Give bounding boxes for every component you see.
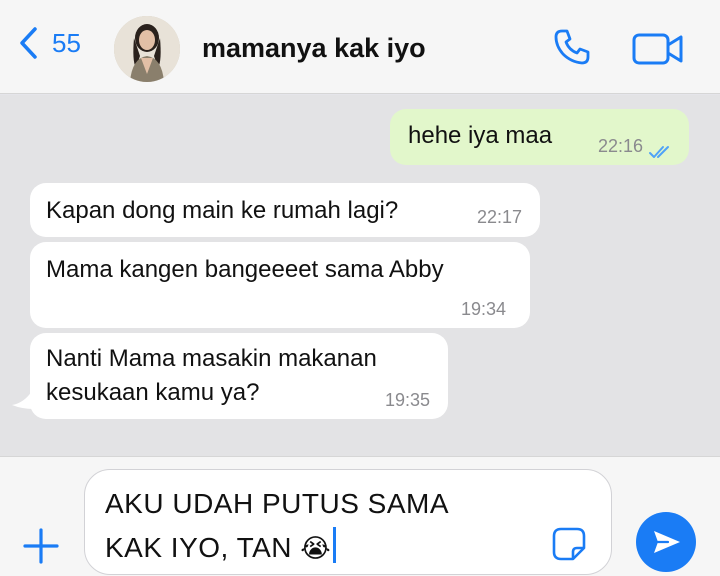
message-text: Mama kangen bangeeeet sama Abby [46, 256, 444, 283]
message-bubble-outgoing[interactable]: hehe iya maa 22:16 [390, 109, 689, 165]
text-cursor [333, 527, 337, 563]
voice-call-button[interactable] [553, 28, 591, 71]
message-time: 19:35 [385, 390, 431, 410]
unread-count: 55 [52, 27, 81, 58]
message-text: Kapan dong main ke rumah lagi? [46, 197, 399, 224]
send-button[interactable] [636, 512, 696, 572]
message-input-text[interactable]: AKU UDAH PUTUS SAMA KAK IYO, TAN 😭 [105, 482, 545, 571]
double-check-icon [648, 139, 674, 167]
message-input[interactable]: AKU UDAH PUTUS SAMA KAK IYO, TAN 😭 [84, 469, 612, 575]
message-bubble-incoming[interactable]: Nanti Mama masakin makanan kesukaan kamu… [30, 333, 448, 419]
message-time: 22:16 [598, 136, 644, 156]
input-line-1: AKU UDAH PUTUS SAMA [105, 488, 449, 519]
avatar[interactable] [114, 16, 180, 82]
crying-emoji: 😭 [300, 534, 332, 564]
video-camera-icon [632, 33, 684, 69]
sticker-button[interactable] [551, 526, 587, 567]
plus-icon [22, 528, 60, 569]
chevron-left-icon [18, 26, 38, 60]
input-line-2-text: KAK IYO, TAN [105, 532, 293, 563]
chat-header: 55 mamanya kak iyo [0, 0, 720, 94]
attach-button[interactable] [22, 527, 60, 570]
message-composer: AKU UDAH PUTUS SAMA KAK IYO, TAN 😭 [0, 456, 720, 576]
input-line-2: KAK IYO, TAN 😭 [105, 526, 545, 571]
back-button[interactable]: 55 [18, 26, 81, 60]
message-text-line-2: kesukaan kamu ya? [46, 379, 260, 406]
message-text: hehe iya maa [408, 122, 553, 149]
message-time: 19:34 [461, 299, 507, 319]
message-bubble-incoming[interactable]: Mama kangen bangeeeet sama Abby 19:34 [30, 242, 530, 328]
phone-icon [553, 29, 591, 70]
video-call-button[interactable] [632, 33, 684, 70]
message-text-line-1: Nanti Mama masakin makanan [46, 345, 377, 372]
message-bubble-incoming[interactable]: Kapan dong main ke rumah lagi? 22:17 [30, 183, 540, 237]
contact-name[interactable]: mamanya kak iyo [202, 33, 426, 64]
message-list[interactable]: hehe iya maa 22:16 Kapan dong main ke ru… [0, 95, 720, 456]
message-time: 22:17 [477, 207, 523, 227]
sticker-icon [551, 527, 587, 566]
